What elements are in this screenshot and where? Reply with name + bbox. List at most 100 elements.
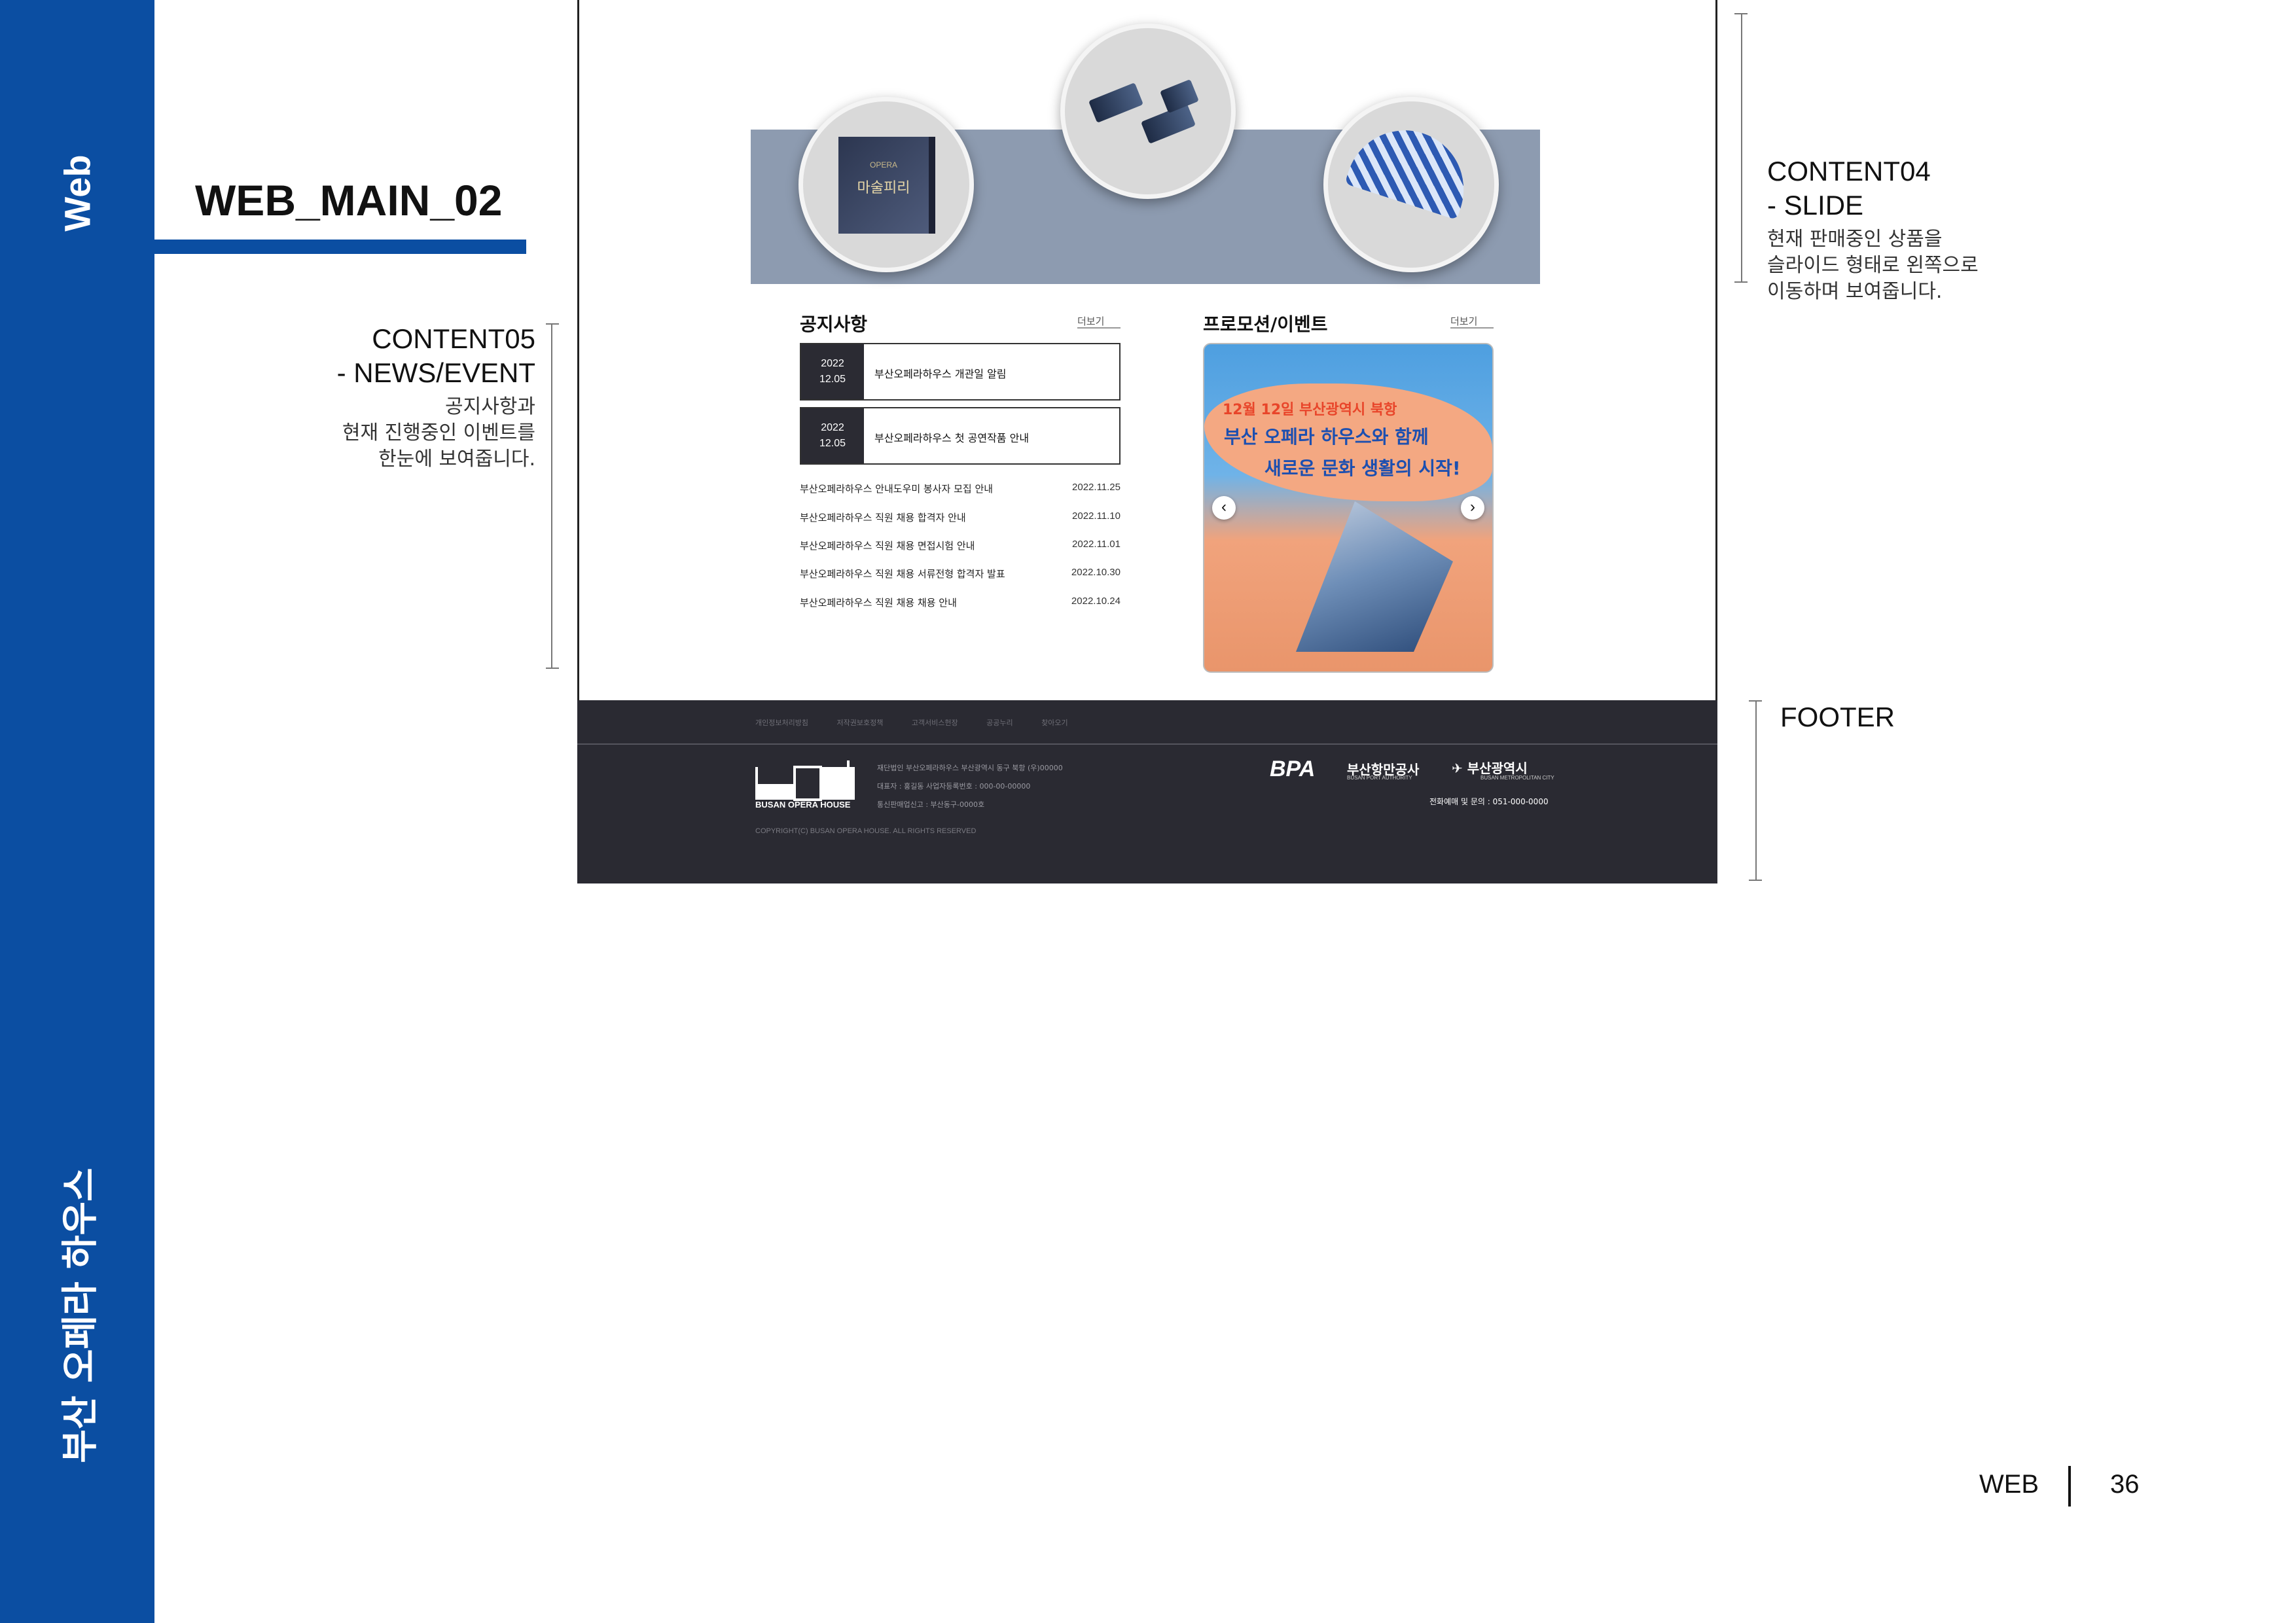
footer-divider (577, 743, 1717, 745)
notice-more-link[interactable]: 더보기 (1077, 314, 1104, 328)
annotation-desc: 공지사항과 (445, 395, 535, 418)
page-number: 36 (2110, 1470, 2140, 1499)
page-title: WEB_MAIN_02 (195, 176, 503, 224)
bracket-tick (1734, 281, 1748, 283)
footer-info-line: 통신판매업신고 : 부산동구-0000호 (877, 800, 985, 809)
notice-list-item[interactable]: 부산오페라하우스 안내도우미 봉사자 모집 안내 2022.11.25 (800, 482, 1121, 497)
footer-phone: 전화예매 및 문의 : 051-000-0000 (1429, 797, 1549, 806)
notice-featured-text: 부산오페라하우스 첫 공연작품 안내 (874, 432, 1030, 444)
footer-info: 재단법인 부산오페라하우스 부산광역시 동구 북항 (우)00000 대표자 :… (877, 759, 1063, 814)
footer-link[interactable]: 저작권보호정책 (836, 719, 883, 727)
notice-item-text: 부산오페라하우스 안내도우미 봉사자 모집 안내 (800, 483, 994, 495)
footer-link[interactable]: 공공누리 (986, 719, 1013, 727)
title-underline (154, 240, 526, 254)
promo-date-text: 12월 12일 부산광역시 북항 (1223, 402, 1397, 418)
promo-title: 프로모션/이벤트 (1203, 313, 1328, 335)
footer-copyright: COPYRIGHT(C) BUSAN OPERA HOUSE. ALL RIGH… (755, 827, 977, 835)
album-label: OPERA (869, 160, 897, 169)
bracket-tick (546, 668, 559, 669)
pager-divider (2068, 1466, 2071, 1507)
busan-city-logo: ✈ 부산광역시 (1452, 758, 1528, 777)
product-slide-umbrella[interactable] (1323, 97, 1499, 272)
bracket-tick (546, 323, 559, 325)
notice-more-underline (1077, 327, 1121, 329)
promo-more-underline (1450, 327, 1494, 329)
annotation-desc: 이동하며 보여줍니다. (1767, 280, 1943, 303)
notice-year: 2022 (821, 358, 844, 369)
notice-list-item[interactable]: 부산오페라하우스 직원 채용 면접시험 안내 2022.11.01 (800, 539, 1121, 554)
bracket-footer (1755, 700, 1757, 881)
bracket-tick (1749, 700, 1762, 702)
product-slide-album[interactable]: OPERA 마술피리 (798, 97, 974, 272)
notice-featured-item[interactable]: 2022 12.05 부산오페라하우스 개관일 알림 (800, 343, 1121, 401)
notice-item-text: 부산오페라하우스 직원 채용 채용 안내 (800, 597, 957, 609)
annotation-desc: 현재 판매중인 상품을 (1767, 228, 1943, 251)
annotation-desc: 한눈에 보여줍니다. (378, 448, 535, 471)
annotation-desc: 슬라이드 형태로 왼쪽으로 (1767, 254, 1979, 277)
notice-item-date: 2022.11.01 (1072, 539, 1121, 550)
promo-banner[interactable]: 12월 12일 부산광역시 북항 부산 오페라 하우스와 함께 새로운 문화 생… (1203, 343, 1494, 673)
busan-opera-house-logo (755, 760, 855, 801)
footer-link[interactable]: 개인정보처리방침 (755, 719, 808, 727)
notice-date: 12.05 (819, 438, 846, 449)
notice-item-date: 2022.11.25 (1072, 482, 1121, 493)
notice-featured-date: 2022 12.05 (801, 344, 864, 399)
bracket-tick (1749, 880, 1762, 881)
notice-list-item[interactable]: 부산오페라하우스 직원 채용 서류전형 합격자 발표 2022.10.30 (800, 567, 1121, 582)
notice-featured-item[interactable]: 2022 12.05 부산오페라하우스 첫 공연작품 안내 (800, 407, 1121, 465)
footer-info-line: 대표자 : 홍길동 사업자등록번호 : 000-00-00000 (877, 782, 1031, 791)
promo-headline: 새로운 문화 생활의 시작! (1265, 457, 1461, 479)
footer-link[interactable]: 찾아오기 (1041, 719, 1067, 727)
sidebar-project-label: 부산 오페라 하우스 (59, 1168, 102, 1463)
annotation-title: FOOTER (1780, 702, 1895, 732)
footer-info-line: 재단법인 부산오페라하우스 부산광역시 동구 북항 (우)00000 (877, 764, 1063, 772)
page-section-label: WEB (1979, 1470, 2039, 1499)
annotation-content05: CONTENT05 - NEWS/EVENT 공지사항과 현재 진행중인 이벤트… (249, 322, 535, 473)
notice-item-text: 부산오페라하우스 직원 채용 합격자 안내 (800, 512, 966, 524)
site-footer: 개인정보처리방침 저작권보호정책 고객서비스헌장 공공누리 찾아오기 BUSAN… (577, 700, 1717, 883)
album-image: OPERA 마술피리 (838, 137, 935, 234)
notice-featured-text: 부산오페라하우스 개관일 알림 (874, 368, 1007, 380)
footer-logo-text: BUSAN OPERA HOUSE (755, 800, 851, 810)
notice-item-text: 부산오페라하우스 직원 채용 면접시험 안내 (800, 540, 975, 552)
footer-links: 개인정보처리방침 저작권보호정책 고객서비스헌장 공공누리 찾아오기 (755, 717, 1094, 728)
bracket-content04 (1741, 13, 1742, 283)
umbrella-image (1344, 115, 1479, 221)
notice-list-item[interactable]: 부산오페라하우스 직원 채용 합격자 안내 2022.11.10 (800, 510, 1121, 526)
notice-date: 12.05 (819, 374, 846, 385)
bpa-logo-english: BUSAN PORT AUTHORITY (1347, 775, 1412, 781)
annotation-title: CONTENT05 (372, 323, 535, 354)
promo-more-link[interactable]: 더보기 (1450, 314, 1477, 328)
sidebar: Web 부산 오페라 하우스 (0, 0, 154, 1623)
notice-item-date: 2022.11.10 (1072, 510, 1121, 522)
busan-city-korean: 부산광역시 (1467, 760, 1528, 776)
annotation-desc: 현재 진행중인 이벤트를 (342, 421, 535, 444)
notice-title: 공지사항 (800, 313, 868, 335)
notice-featured-date: 2022 12.05 (801, 408, 864, 463)
usb-image (1088, 82, 1143, 123)
bracket-tick (1734, 13, 1748, 14)
notice-list-item[interactable]: 부산오페라하우스 직원 채용 채용 안내 2022.10.24 (800, 596, 1121, 611)
usb-cap-image (1160, 79, 1199, 114)
promo-headline: 부산 오페라 하우스와 함께 (1224, 426, 1429, 448)
notice-item-text: 부산오페라하우스 직원 채용 서류전형 합격자 발표 (800, 568, 1005, 580)
album-title: 마술피리 (857, 180, 910, 196)
annotation-subtitle: - NEWS/EVENT (336, 357, 535, 388)
promo-prev-icon[interactable]: ‹ (1212, 496, 1236, 520)
notice-year: 2022 (821, 422, 844, 433)
annotation-subtitle: - SLIDE (1767, 190, 1864, 221)
notice-item-date: 2022.10.24 (1071, 596, 1121, 607)
opera-house-image (1296, 501, 1453, 652)
busan-city-icon: ✈ (1452, 760, 1463, 776)
footer-link[interactable]: 고객서비스헌장 (912, 719, 958, 727)
bpa-logo: BPA (1270, 757, 1316, 781)
product-slide-usb[interactable] (1060, 24, 1236, 199)
bracket-content05 (551, 323, 552, 669)
sidebar-section-label: Web (56, 154, 98, 232)
page: Web 부산 오페라 하우스 WEB_MAIN_02 CONTENT05 - N… (0, 0, 2296, 1623)
annotation-content04: CONTENT04 - SLIDE 현재 판매중인 상품을 슬라이드 형태로 왼… (1767, 154, 2055, 305)
annotation-title: CONTENT04 (1767, 156, 1931, 187)
promo-next-icon[interactable]: › (1461, 496, 1484, 520)
notice-item-date: 2022.10.30 (1071, 567, 1121, 578)
busan-city-english: BUSAN METROPOLITAN CITY (1480, 775, 1554, 781)
